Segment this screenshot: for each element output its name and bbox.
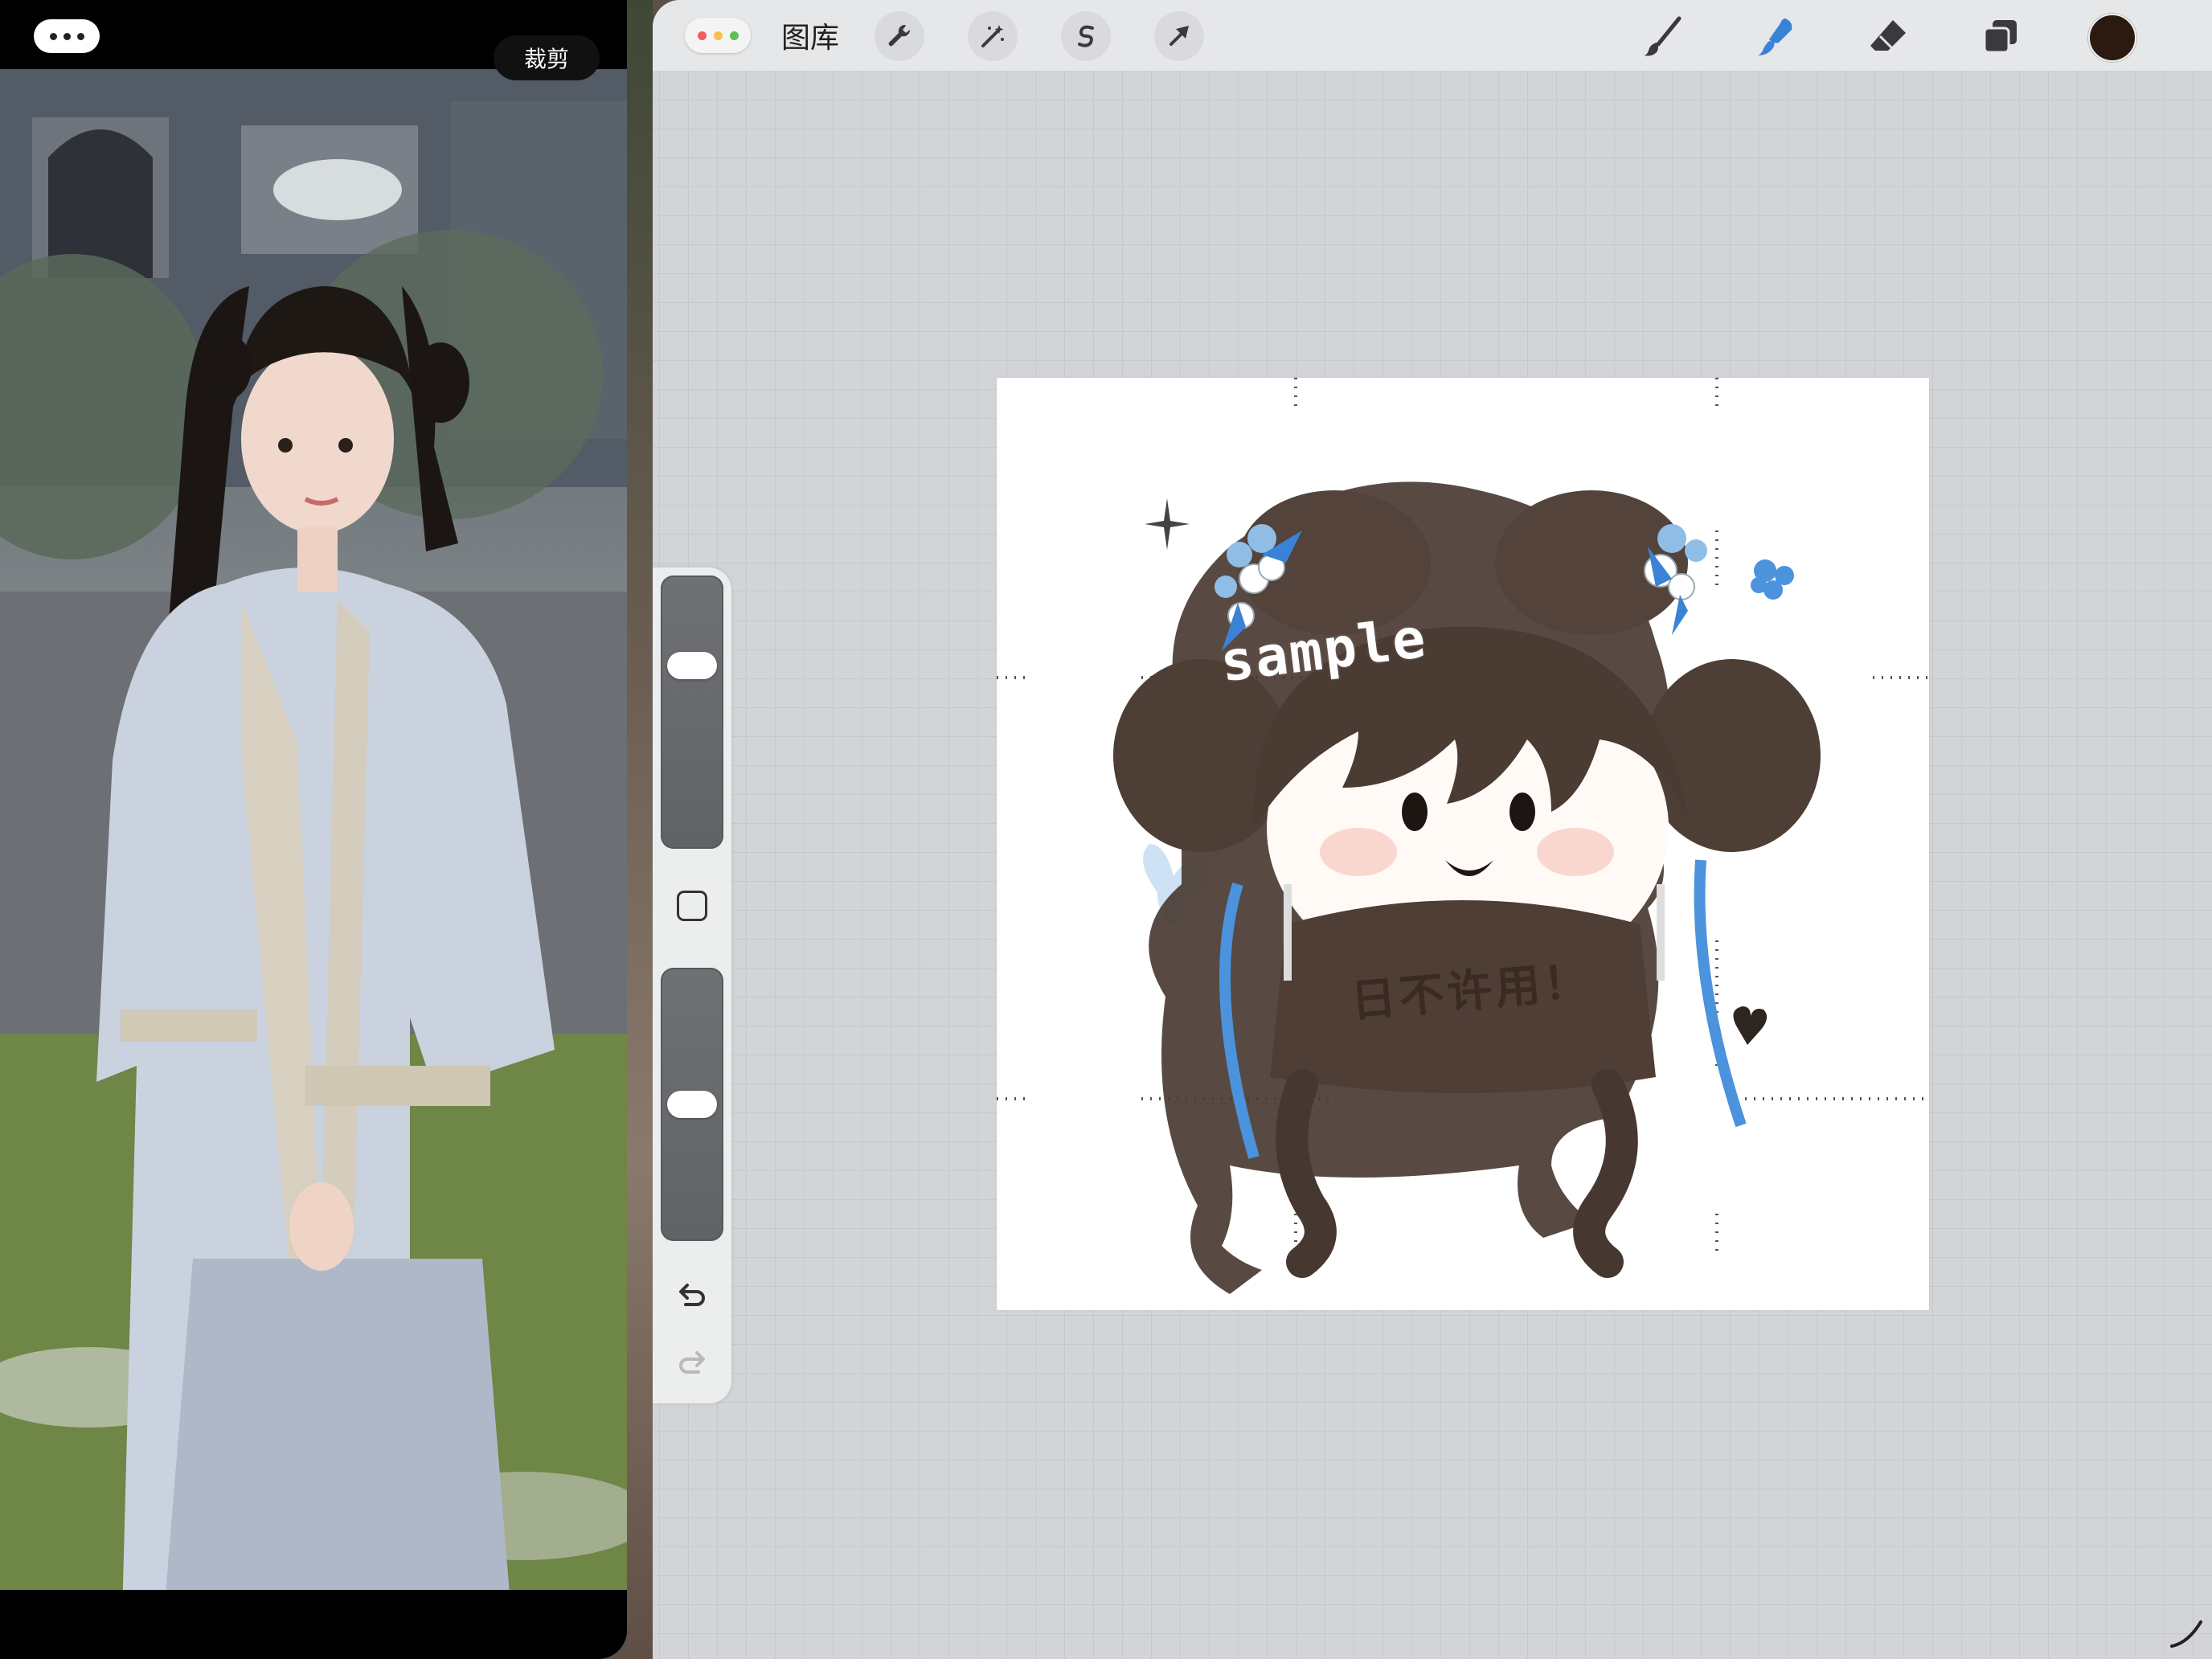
brush-sliders-panel	[653, 567, 731, 1403]
gallery-button[interactable]: 图库	[781, 16, 839, 55]
selection-icon[interactable]	[1061, 11, 1111, 61]
opacity-slider[interactable]	[661, 968, 723, 1241]
brush-size-slider[interactable]	[661, 576, 723, 849]
layers-icon[interactable]	[1976, 11, 2026, 61]
window-controls[interactable]	[685, 18, 751, 53]
brush-icon[interactable]	[1638, 11, 1688, 61]
photo-viewer-bottom-bar	[0, 1590, 627, 1659]
procreate-window: 图库 sample 日不许用！	[653, 0, 2212, 1659]
modify-button[interactable]	[677, 891, 707, 921]
reference-photo	[0, 69, 627, 1659]
reference-photo-illustration	[0, 69, 627, 1659]
sparkle-mark	[1145, 498, 1190, 550]
brush-size-thumb[interactable]	[667, 652, 717, 679]
chibi-artwork	[997, 378, 1929, 1294]
split-view-divider[interactable]	[627, 0, 653, 1659]
magic-wand-icon[interactable]	[968, 11, 1018, 61]
redo-icon[interactable]	[672, 1342, 712, 1382]
drawing-canvas[interactable]: sample 日不许用！	[997, 378, 1929, 1310]
transform-arrow-icon[interactable]	[1154, 11, 1204, 61]
top-toolbar: 图库	[653, 0, 2212, 72]
color-picker-button[interactable]	[2088, 14, 2136, 62]
more-dots-icon[interactable]	[34, 19, 100, 53]
eraser-icon[interactable]	[1863, 11, 1913, 61]
opacity-thumb[interactable]	[667, 1091, 717, 1118]
undo-icon[interactable]	[672, 1275, 712, 1315]
quick-menu-corner-icon[interactable]	[2167, 1611, 2207, 1654]
photo-viewer-window: 裁剪	[0, 0, 627, 1659]
wrench-icon[interactable]	[875, 11, 924, 61]
smudge-icon[interactable]	[1751, 11, 1800, 61]
crop-button[interactable]: 裁剪	[494, 35, 600, 80]
